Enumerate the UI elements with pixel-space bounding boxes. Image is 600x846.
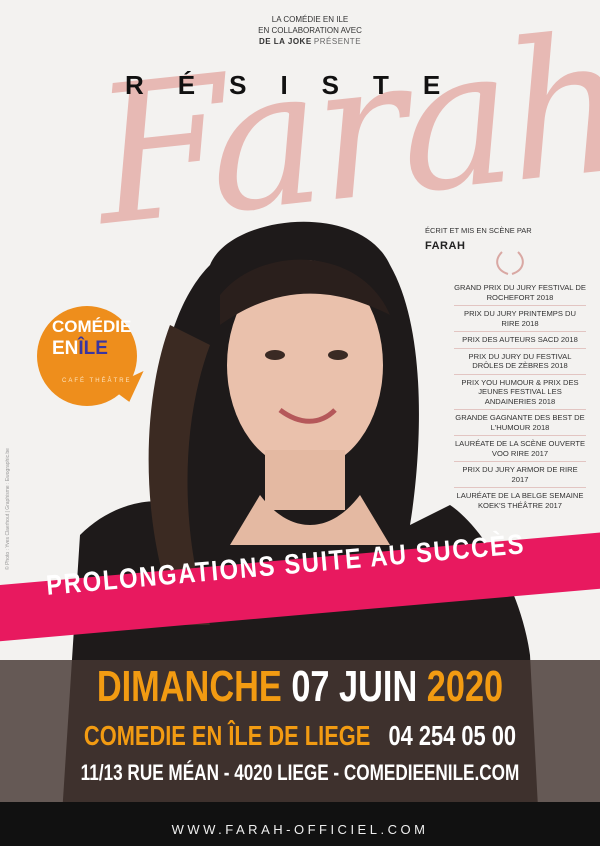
logo-text-cafe-theatre: CAFÉ THÉÂTRE bbox=[62, 378, 132, 384]
written-by-label: ÉCRIT ET MIS EN SCÈNE PAR bbox=[425, 226, 532, 235]
website-link[interactable]: WWW.FARAH-OFFICIEL.COM bbox=[0, 822, 600, 837]
venue-phone: 04 254 05 00 bbox=[388, 720, 517, 751]
event-date: DIMANCHE 07 JUIN 2020 bbox=[66, 662, 534, 712]
award-item: LAURÉATE DE LA BELGE SEMAINE KOEK'S THÉÂ… bbox=[456, 491, 584, 510]
intro-verb: PRÉSENTE bbox=[313, 37, 362, 46]
award-item: PRIX DU JURY PRINTEMPS DU RIRE 2018 bbox=[454, 306, 586, 332]
award-item: PRIX YOU HUMOUR & PRIX DES JEUNES FESTIV… bbox=[454, 375, 586, 410]
award-item: PRIX DU JURY DU FESTIVAL DRÔLES DE ZÈBRE… bbox=[454, 349, 586, 375]
venue-address: 11/13 RUE MÉAN - 4020 LIEGE - COMEDIEENI… bbox=[80, 760, 520, 785]
event-year: 2020 bbox=[426, 662, 504, 711]
awards-list: GRAND PRIX DU JURY FESTIVAL DE ROCHEFORT… bbox=[440, 280, 600, 513]
right-eye bbox=[328, 350, 348, 360]
venue-name: COMEDIE EN ÎLE DE LIEGE bbox=[83, 720, 371, 751]
award-item: PRIX DU JURY ARMOR DE RIRE 2017 bbox=[454, 462, 586, 488]
venue-line: COMEDIE EN ÎLE DE LIEGE 04 254 05 00 bbox=[66, 720, 534, 752]
award-item: PRIX DES AUTEURS SACD 2018 bbox=[454, 332, 586, 349]
photo-credit: © Photo : Yves Claerhout | Graphisme : E… bbox=[5, 448, 11, 570]
laurel-icon bbox=[496, 251, 524, 275]
intro-text: LA COMÉDIE EN ILE EN COLLABORATION AVEC … bbox=[240, 14, 380, 47]
author-name: FARAH bbox=[425, 240, 466, 252]
award-item: GRAND PRIX DU JURY FESTIVAL DE ROCHEFORT… bbox=[454, 280, 586, 306]
logo-text-en: EN bbox=[52, 338, 79, 359]
intro-line-2: EN COLLABORATION AVEC bbox=[258, 26, 362, 35]
neck bbox=[265, 450, 345, 510]
event-date-text: 07 JUIN bbox=[291, 662, 418, 711]
logo-text-ile: ÎLE bbox=[78, 338, 108, 359]
event-day: DIMANCHE bbox=[96, 662, 282, 711]
intro-line-1: LA COMÉDIE EN ILE bbox=[271, 15, 349, 24]
award-item: LAURÉATE DE LA SCÈNE OUVERTE VOO RIRE 20… bbox=[454, 436, 586, 462]
award-item: GRANDE GAGNANTE DES BEST DE L'HUMOUR 201… bbox=[454, 410, 586, 436]
left-eye bbox=[265, 350, 285, 360]
intro-org: DE LA JOKE bbox=[258, 37, 312, 46]
logo-text-comedie: COMÉDIE bbox=[52, 317, 132, 336]
logo-text-en-ile: ENÎLE bbox=[52, 338, 108, 360]
title-resiste: RÉSISTE bbox=[125, 70, 475, 100]
